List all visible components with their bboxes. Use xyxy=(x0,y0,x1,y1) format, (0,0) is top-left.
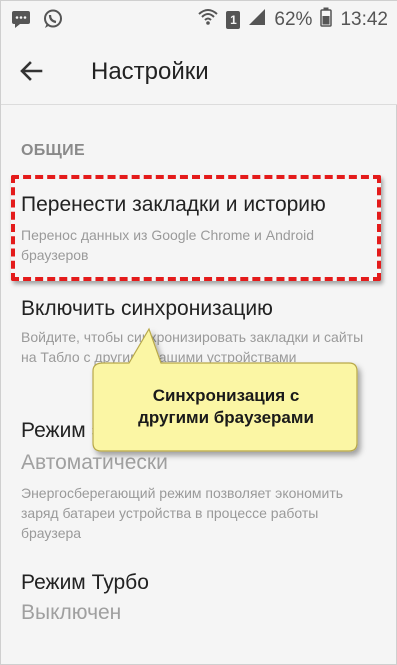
wifi-icon xyxy=(198,8,219,32)
settings-item-turbo-mode[interactable]: Режим Турбо Выключен xyxy=(1,561,397,637)
item-subtitle: Войдите, чтобы синхронизировать закладки… xyxy=(21,329,364,365)
signal-icon xyxy=(248,8,266,32)
page-title: Настройки xyxy=(91,58,209,85)
system-icons: 1 62% 13:42 xyxy=(198,7,388,33)
notification-icons xyxy=(11,9,63,34)
battery-percent: 62% xyxy=(274,9,313,30)
arrow-left-icon xyxy=(15,61,47,91)
item-value: Автоматически xyxy=(21,451,168,474)
highlight-frame xyxy=(11,175,381,281)
item-title: Режим энергосбережения xyxy=(21,419,274,442)
clock: 13:42 xyxy=(340,9,388,30)
settings-item-power-saving[interactable]: Режим энергосбережения Автоматически Эне… xyxy=(1,405,397,545)
sms-icon xyxy=(11,9,31,34)
whatsapp-icon xyxy=(43,9,63,34)
settings-item-enable-sync[interactable]: Включить синхронизацию Войдите, чтобы си… xyxy=(1,287,397,387)
sim-icon: 1 xyxy=(226,11,241,29)
status-bar: 1 62% 13:42 xyxy=(1,1,397,37)
item-subtitle: Энергосберегающий режим позволяет эконом… xyxy=(21,485,344,541)
toolbar: Настройки xyxy=(1,37,397,105)
battery-icon xyxy=(320,7,333,33)
section-header: ОБЩИЕ xyxy=(21,142,85,159)
item-title: Включить синхронизацию xyxy=(21,297,273,320)
item-value: Выключен xyxy=(21,601,122,624)
item-title: Режим Турбо xyxy=(21,571,149,594)
back-button[interactable] xyxy=(15,55,47,87)
